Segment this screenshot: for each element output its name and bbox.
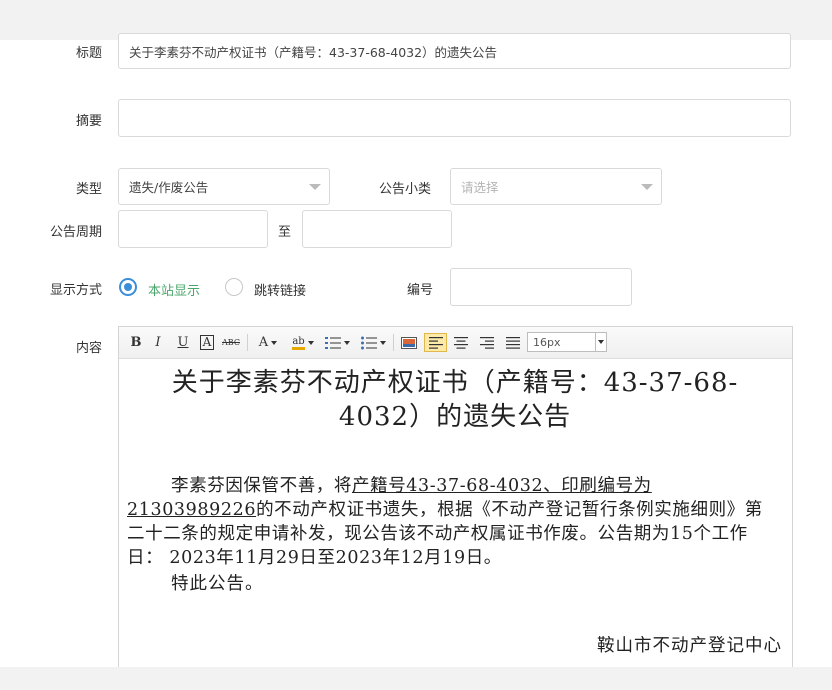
image-icon bbox=[401, 336, 417, 349]
text-border-icon: A bbox=[199, 335, 215, 350]
insert-image-button[interactable] bbox=[399, 333, 419, 352]
toolbar-divider bbox=[247, 334, 248, 351]
align-center-icon bbox=[454, 336, 468, 349]
highlight-button[interactable]: ab bbox=[289, 333, 317, 352]
align-justify-icon bbox=[506, 336, 520, 349]
radio-redirect[interactable] bbox=[225, 278, 243, 296]
type-select[interactable]: 遗失/作废公告 bbox=[118, 168, 330, 205]
align-justify-button[interactable] bbox=[503, 333, 523, 352]
toolbar-divider bbox=[393, 334, 394, 351]
chevron-down-icon bbox=[641, 183, 653, 190]
align-left-button[interactable] bbox=[424, 333, 447, 352]
number-label: 编号 bbox=[407, 283, 434, 298]
ordered-list-button[interactable] bbox=[323, 333, 351, 352]
content-label: 内容 bbox=[75, 341, 102, 356]
chevron-down-icon bbox=[595, 333, 606, 351]
display-label: 显示方式 bbox=[49, 283, 102, 298]
align-left-icon bbox=[428, 336, 443, 349]
editor-toolbar: B I U A ABC A ab 16px bbox=[119, 327, 792, 359]
bold-button[interactable]: B bbox=[127, 333, 145, 352]
radio-onsite-label[interactable]: 本站显示 bbox=[148, 280, 200, 299]
summary-label: 摘要 bbox=[75, 114, 102, 129]
notice-body: 李素芬因保管不善，将产籍号43-37-68-4032、印刷编号为21303989… bbox=[127, 474, 779, 570]
chevron-down-icon bbox=[379, 340, 386, 345]
chevron-down-icon bbox=[309, 183, 321, 190]
font-size-value: 16px bbox=[533, 335, 561, 349]
rich-text-editor[interactable]: B I U A ABC A ab 16px 关于李素芬不动产权证书（产籍号：43… bbox=[118, 326, 793, 690]
type-select-value: 遗失/作废公告 bbox=[129, 180, 209, 195]
ordered-list-icon bbox=[324, 336, 341, 349]
underline-button[interactable]: U bbox=[174, 333, 192, 352]
font-color-button[interactable]: A bbox=[255, 333, 281, 352]
notice-body-start: 李素芬因保管不善，将 bbox=[171, 476, 352, 496]
summary-input[interactable] bbox=[118, 99, 791, 137]
align-right-icon bbox=[480, 336, 494, 349]
align-right-button[interactable] bbox=[477, 333, 497, 352]
period-to-text: 至 bbox=[278, 225, 292, 240]
unordered-list-icon bbox=[360, 336, 377, 349]
period-start-input[interactable] bbox=[118, 210, 268, 248]
notice-title: 关于李素芬不动产权证书（产籍号：43-37-68-4032）的遗失公告 bbox=[171, 368, 739, 432]
align-center-button[interactable] bbox=[451, 333, 471, 352]
chevron-down-icon bbox=[307, 340, 314, 345]
radio-onsite[interactable] bbox=[119, 278, 137, 296]
title-label: 标题 bbox=[75, 46, 102, 61]
number-input[interactable] bbox=[450, 268, 632, 306]
subtype-select[interactable]: 请选择 bbox=[450, 168, 662, 205]
period-label: 公告周期 bbox=[49, 225, 102, 240]
type-label: 类型 bbox=[75, 182, 102, 197]
notice-signer: 鞍山市不动产登记中心 bbox=[597, 636, 782, 656]
font-color-icon: A bbox=[258, 335, 269, 350]
subtype-placeholder: 请选择 bbox=[461, 180, 499, 195]
chevron-down-icon bbox=[343, 340, 350, 345]
italic-button[interactable]: I bbox=[149, 333, 167, 352]
radio-redirect-label[interactable]: 跳转链接 bbox=[254, 280, 306, 299]
bottom-bar bbox=[0, 667, 832, 690]
notice-closing: 特此公告。 bbox=[171, 574, 264, 594]
unordered-list-button[interactable] bbox=[359, 333, 387, 352]
chevron-down-icon bbox=[271, 340, 278, 345]
strikethrough-button[interactable]: ABC bbox=[221, 333, 241, 352]
highlight-icon: ab bbox=[292, 336, 305, 350]
title-input[interactable]: 关于李素芬不动产权证书（产籍号：43-37-68-4032）的遗失公告 bbox=[118, 33, 791, 69]
period-end-input[interactable] bbox=[302, 210, 452, 248]
text-border-button[interactable]: A bbox=[198, 333, 216, 352]
subtype-label: 公告小类 bbox=[379, 182, 432, 197]
font-size-select[interactable]: 16px bbox=[527, 332, 607, 352]
